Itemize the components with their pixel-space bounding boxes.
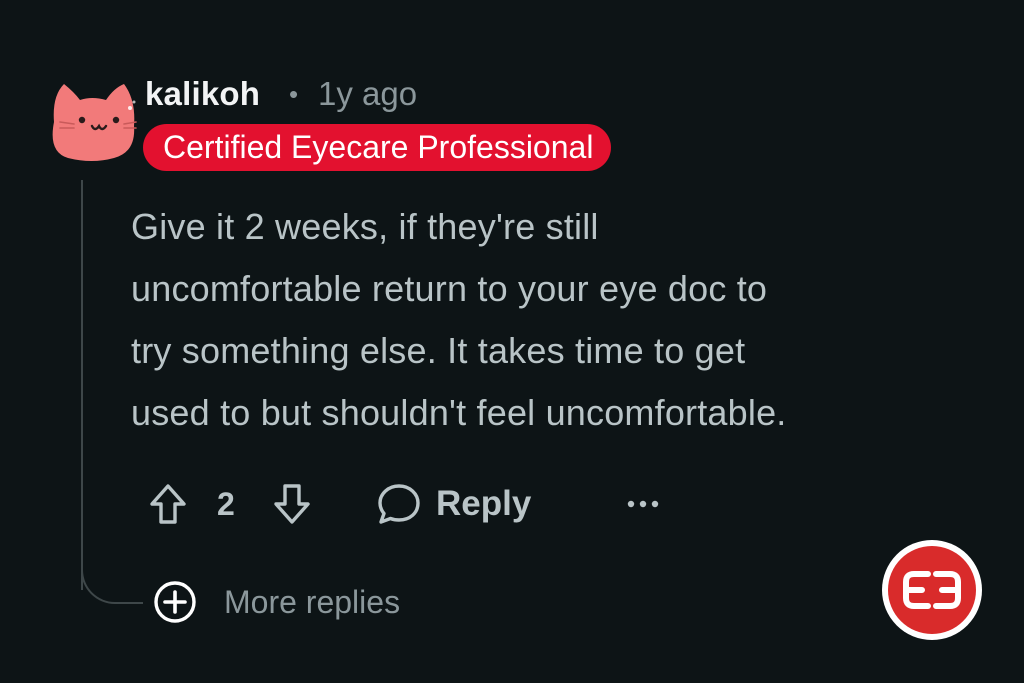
reply-label: Reply <box>436 484 532 523</box>
user-flair: Certified Eyecare Professional <box>143 124 612 171</box>
comment-body-line: Give it 2 weeks, if they're still <box>131 206 599 247</box>
brand-logo-icon <box>882 540 982 640</box>
more-replies-button[interactable]: More replies <box>152 578 400 626</box>
vote-count: 2 <box>217 486 235 522</box>
comment-body-line: try something else. It takes time to get <box>131 330 746 371</box>
thread-line-curve <box>81 560 143 604</box>
reply-button[interactable]: Reply <box>376 474 556 534</box>
ellipsis-icon <box>627 500 659 508</box>
timestamp[interactable]: 1y ago <box>318 72 417 116</box>
comment-body-line: uncomfortable return to your eye doc to <box>131 268 768 309</box>
username[interactable]: kalikoh <box>145 72 260 116</box>
comment-view: kalikoh • 1y ago Certified Eyecare Profe… <box>0 0 1024 683</box>
comment-body-line: used to but shouldn't feel uncomfortable… <box>131 392 787 433</box>
thread-line[interactable] <box>81 180 83 590</box>
comment-body: Give it 2 weeks, if they're still uncomf… <box>131 196 991 444</box>
plus-circle-icon <box>154 581 196 623</box>
downvote-button[interactable] <box>264 474 320 534</box>
more-replies-label: More replies <box>224 583 401 620</box>
speech-bubble-icon <box>378 484 420 524</box>
comment-actions: 2 Reply <box>140 474 680 534</box>
cat-avatar-icon[interactable] <box>44 78 140 166</box>
more-options-button[interactable] <box>620 474 666 534</box>
arrow-up-icon <box>150 484 186 524</box>
arrow-down-icon <box>274 484 310 524</box>
upvote-button[interactable] <box>140 474 196 534</box>
meta-separator: • <box>289 79 299 109</box>
